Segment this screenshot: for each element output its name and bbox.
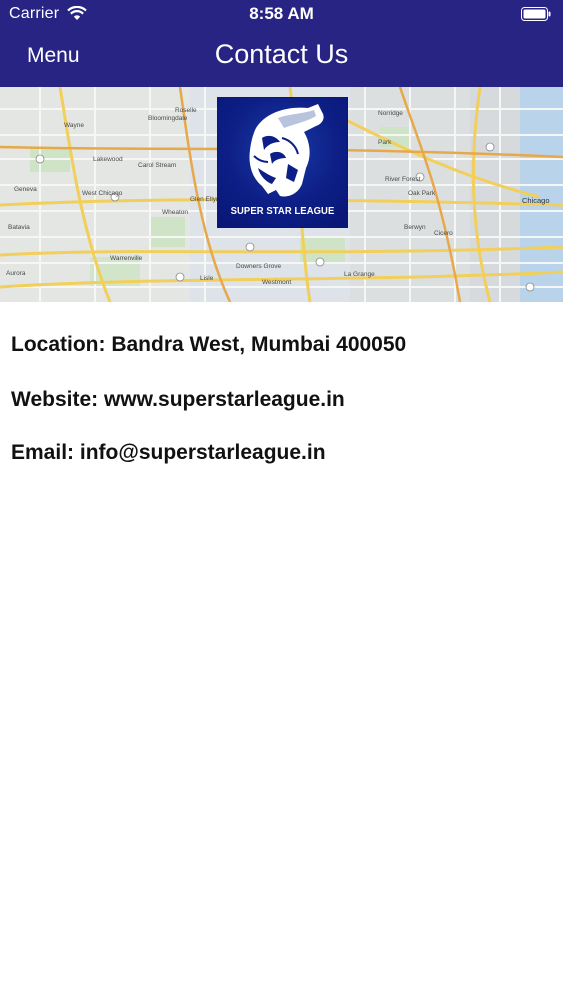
svg-text:Batavia: Batavia <box>8 224 30 231</box>
navigation-bar: Menu Contact Us <box>0 30 563 87</box>
svg-text:Carol Stream: Carol Stream <box>138 162 176 169</box>
svg-text:Chicago: Chicago <box>522 196 550 205</box>
svg-text:Roselle: Roselle <box>175 107 197 114</box>
svg-text:Aurora: Aurora <box>6 270 26 277</box>
svg-text:West Chicago: West Chicago <box>82 190 123 197</box>
svg-text:Berwyn: Berwyn <box>404 224 426 231</box>
svg-text:Lisle: Lisle <box>200 275 214 282</box>
super-star-league-logo: SUPER STAR LEAGUE <box>217 97 348 228</box>
svg-text:Downers Grove: Downers Grove <box>236 263 282 270</box>
svg-text:Park: Park <box>378 139 392 146</box>
svg-text:Bloomingdale: Bloomingdale <box>148 115 188 122</box>
battery-icon <box>521 7 551 21</box>
svg-text:Oak Park: Oak Park <box>408 190 436 197</box>
svg-text:Wheaton: Wheaton <box>162 209 188 216</box>
svg-text:River Forest: River Forest <box>385 176 421 183</box>
svg-text:Norridge: Norridge <box>378 110 403 117</box>
website-link[interactable]: Website: www.superstarleague.in <box>11 388 345 412</box>
top-bar: Carrier 8:58 AM Menu Contact Us <box>0 0 563 87</box>
svg-text:La Grange: La Grange <box>344 271 375 278</box>
svg-text:Glen Ellyn: Glen Ellyn <box>190 196 220 203</box>
map-banner: Wayne Roselle Bloomingdale Lakewood Caro… <box>0 87 563 302</box>
status-bar: Carrier 8:58 AM <box>0 0 563 30</box>
page-title: Contact Us <box>214 39 349 69</box>
svg-text:Lakewood: Lakewood <box>93 156 123 163</box>
svg-text:Geneva: Geneva <box>14 186 37 193</box>
contact-us-screen: Carrier 8:58 AM Menu Contact Us Wayne Ro… <box>0 0 563 1000</box>
svg-text:Cicero: Cicero <box>434 230 453 237</box>
svg-text:Westmont: Westmont <box>262 279 291 286</box>
email-link[interactable]: Email: info@superstarleague.in <box>11 441 326 465</box>
status-time: 8:58 AM <box>249 4 314 23</box>
svg-text:Warrenville: Warrenville <box>110 255 143 262</box>
logo-text: SUPER STAR LEAGUE <box>230 205 335 217</box>
svg-text:Wayne: Wayne <box>64 122 84 129</box>
location-text: Location: Bandra West, Mumbai 400050 <box>11 333 407 356</box>
